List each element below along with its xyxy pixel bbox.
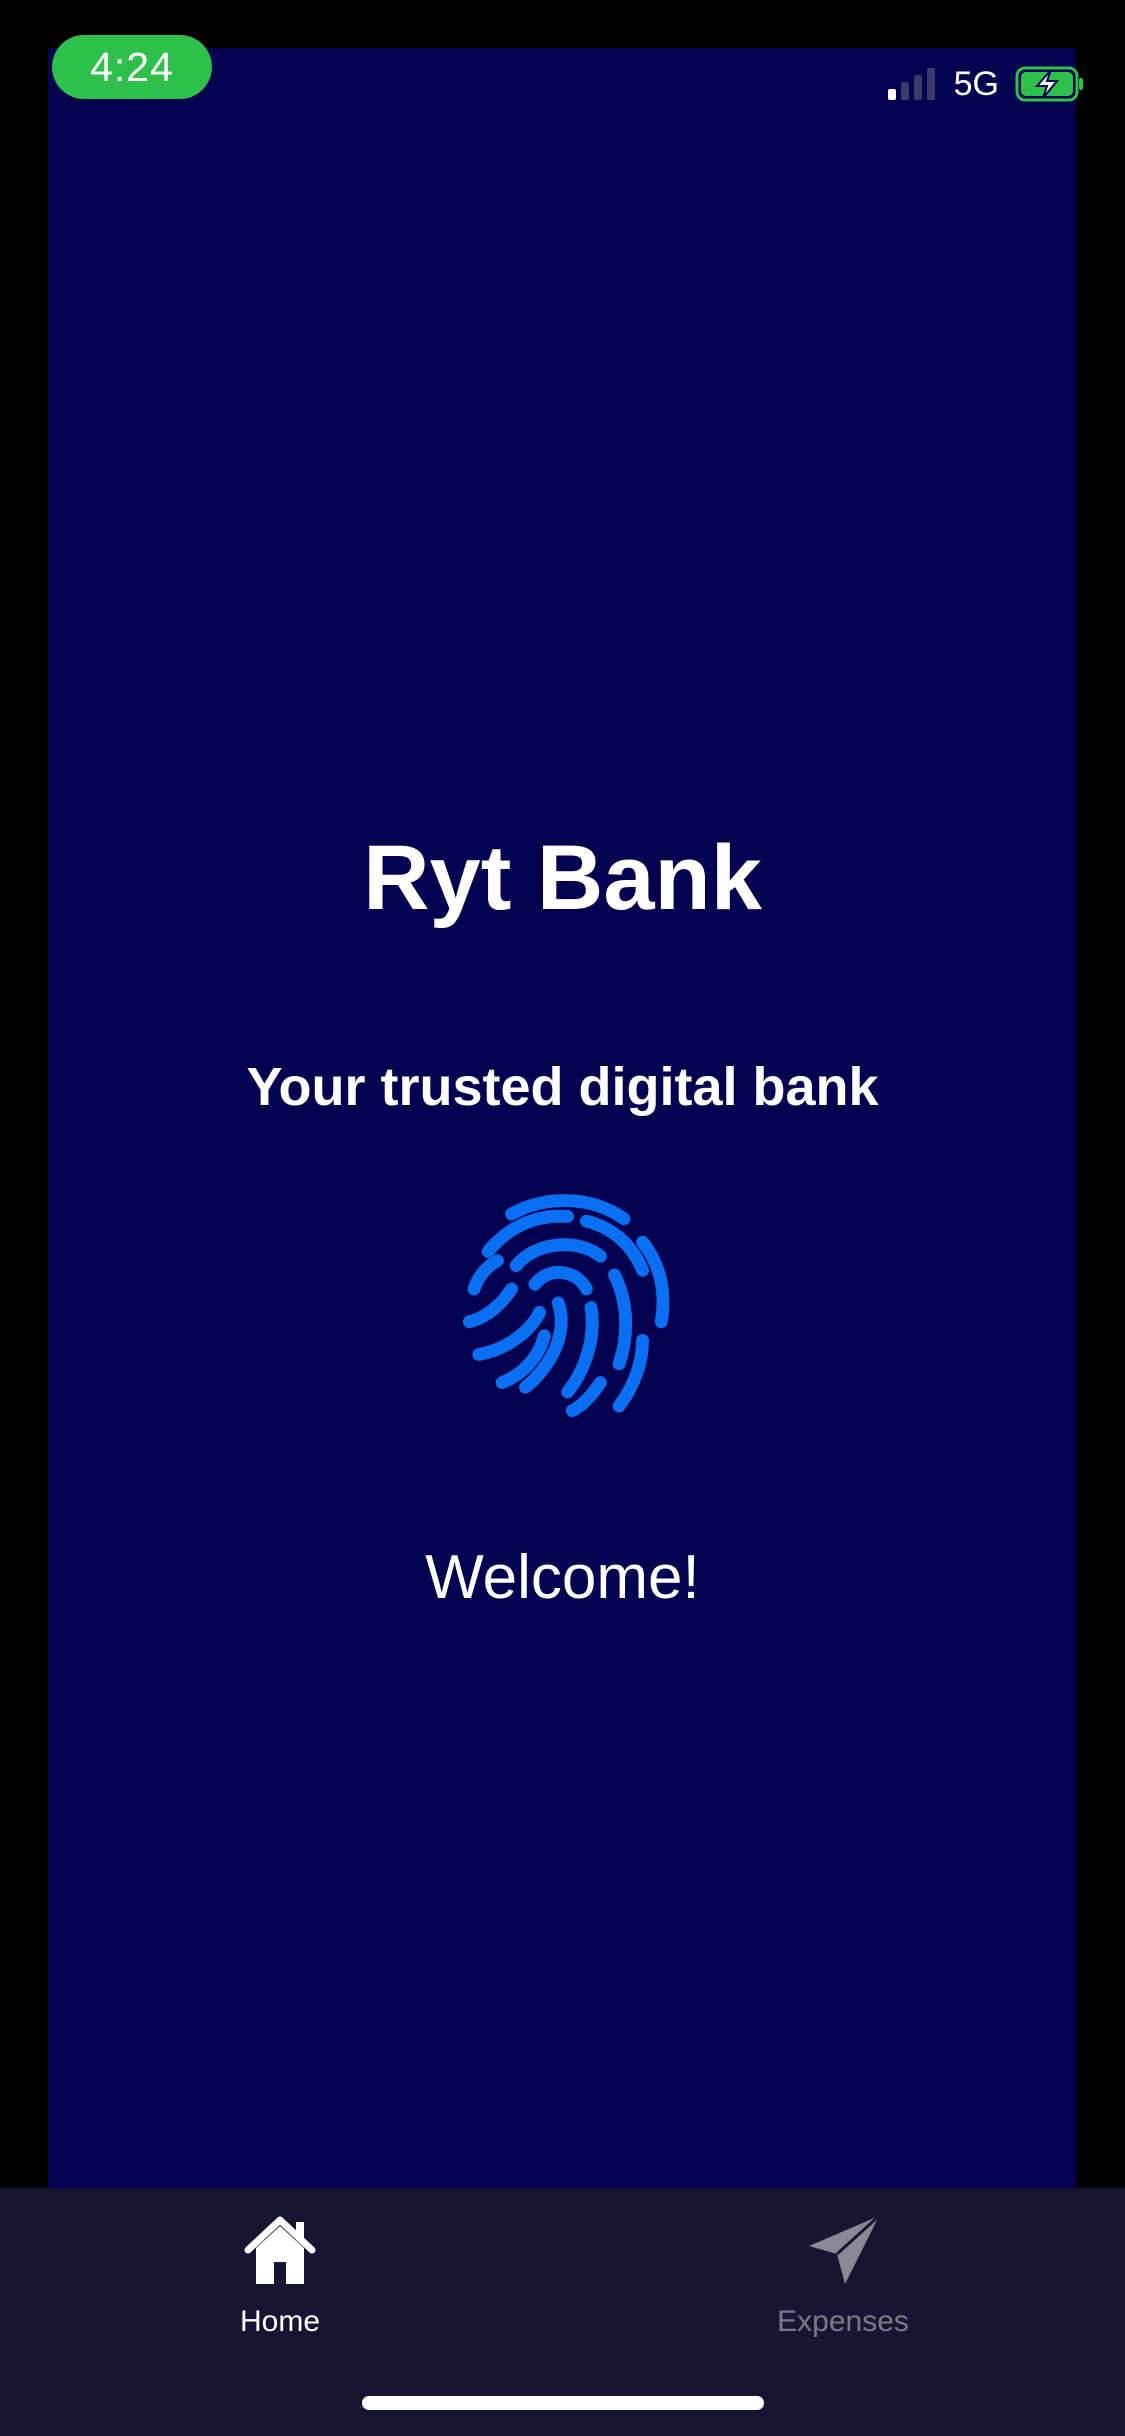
app-subtitle: Your trusted digital bank [246, 1057, 879, 1117]
status-time: 4:24 [90, 43, 174, 90]
fingerprint-icon[interactable] [446, 1186, 680, 1420]
home-icon [240, 2212, 320, 2293]
status-time-pill[interactable]: 4:24 [52, 35, 212, 99]
network-type-label: 5G [953, 64, 999, 103]
tab-expenses[interactable]: Expenses [713, 2212, 973, 2339]
welcome-text: Welcome! [425, 1543, 700, 1612]
battery-charging-icon [1015, 66, 1085, 102]
tab-home-label: Home [239, 2305, 321, 2338]
tab-home[interactable]: Home [150, 2212, 410, 2339]
home-indicator[interactable] [362, 2396, 764, 2410]
tab-expenses-label: Expenses [777, 2305, 909, 2338]
app-background [48, 48, 1076, 2188]
paper-plane-icon [803, 2212, 883, 2293]
status-indicators: 5G [886, 62, 1085, 106]
cellular-signal-icon [886, 67, 938, 101]
app-title: Ryt Bank [363, 827, 762, 929]
app-screen: 4:24 5G Ryt Bank Your trusted digital ba… [0, 0, 1125, 2436]
